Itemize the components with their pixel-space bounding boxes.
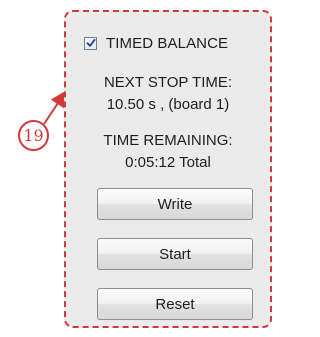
next-stop-time-heading: NEXT STOP TIME: — [103, 74, 233, 91]
callout-badge: 19 — [18, 120, 49, 151]
time-remaining-value: 0:05:12 Total — [125, 154, 211, 171]
timed-balance-checkbox[interactable] — [84, 36, 97, 50]
start-button[interactable]: Start — [97, 238, 253, 270]
reset-button[interactable]: Reset — [97, 288, 253, 320]
timed-balance-checkbox-row[interactable]: TIMED BALANCE — [84, 34, 228, 52]
callout-number: 19 — [23, 126, 44, 145]
write-button[interactable]: Write — [97, 188, 253, 220]
timed-balance-panel: TIMED BALANCE NEXT STOP TIME: 10.50 s , … — [64, 10, 272, 328]
timed-balance-label: TIMED BALANCE — [106, 34, 229, 52]
screenshot-stage: 19 TIMED BALANCE NEXT STOP TIME: 10.50 s… — [0, 0, 286, 337]
time-remaining-heading: TIME REMAINING: — [103, 132, 233, 149]
checkmark-icon — [86, 38, 95, 47]
panel-body: TIMED BALANCE NEXT STOP TIME: 10.50 s , … — [70, 16, 266, 322]
next-stop-time-value: 10.50 s , (board 1) — [106, 96, 230, 113]
